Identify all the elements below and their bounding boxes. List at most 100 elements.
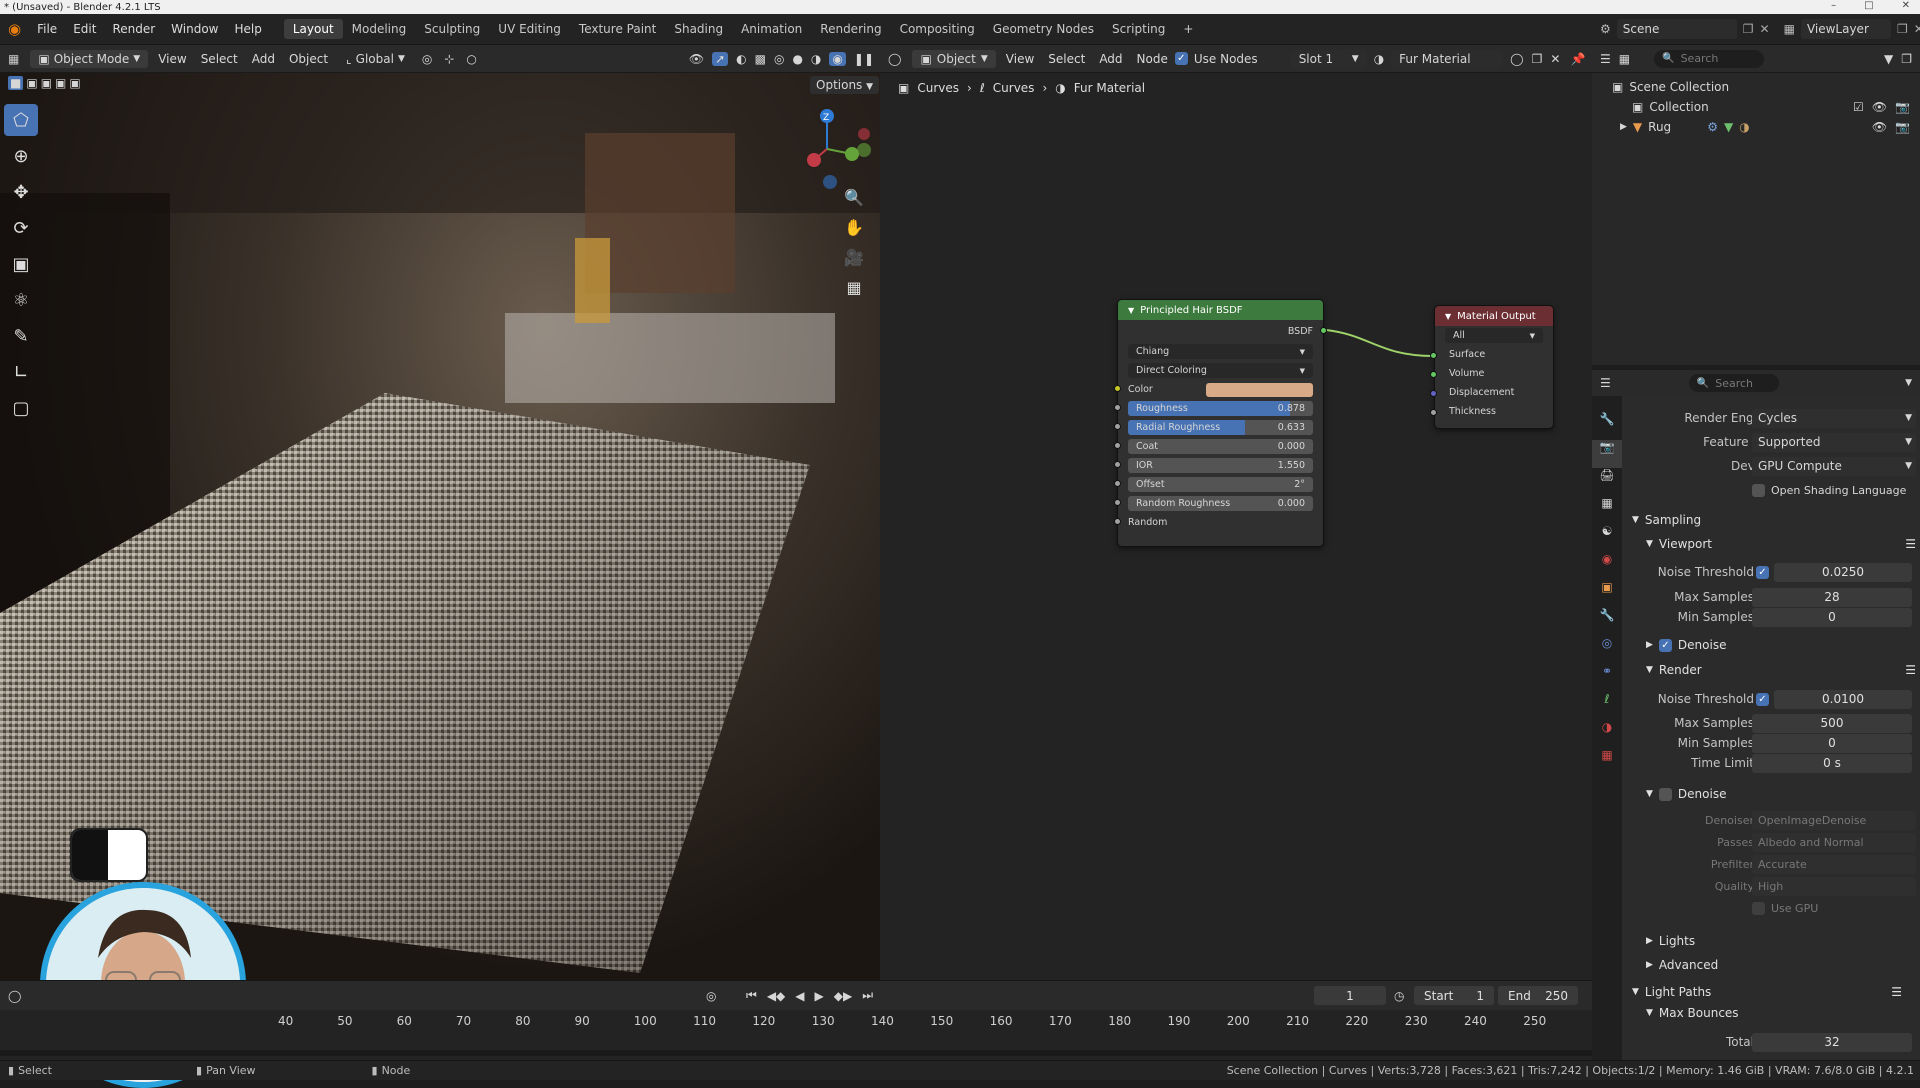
properties-search[interactable]: 🔍 Search bbox=[1688, 374, 1779, 392]
pause-render-icon[interactable]: ❚❚ bbox=[854, 52, 874, 66]
menu-edit[interactable]: Edit bbox=[65, 22, 104, 36]
tab-layout[interactable]: Layout bbox=[283, 19, 343, 39]
use-nodes-checkbox[interactable]: ✓ bbox=[1174, 52, 1188, 65]
jump-end-icon[interactable]: ⏭ bbox=[862, 988, 873, 1003]
fake-user-shield-icon[interactable]: ◯ bbox=[1506, 52, 1527, 66]
tool-tab-icon[interactable]: 🔧 bbox=[1592, 412, 1622, 440]
mode-selector[interactable]: ▣ Object Mode ▼ bbox=[30, 49, 149, 68]
hair-field-slider[interactable]: Radial Roughness 0.633 bbox=[1128, 420, 1313, 435]
pin-icon[interactable]: 📌 bbox=[1564, 52, 1591, 66]
menu-render[interactable]: Render bbox=[104, 22, 163, 36]
render-min-samples-field[interactable]: 0 bbox=[1752, 733, 1912, 753]
hair-field-slider[interactable]: Random Roughness 0.000 bbox=[1128, 496, 1313, 511]
material-badge-icon[interactable]: ◑ bbox=[1739, 120, 1749, 134]
physics-tab-icon[interactable]: ◎ bbox=[1592, 636, 1622, 664]
display-mode-icon[interactable]: ▦ bbox=[1619, 52, 1630, 66]
node-header[interactable]: ▼ Principled Hair BSDF bbox=[1118, 300, 1323, 320]
material-tab-icon[interactable]: ◑ bbox=[1592, 720, 1622, 748]
shader-type-selector[interactable]: ▣ Object ▼ bbox=[912, 49, 996, 68]
zoom-icon[interactable]: 🔍 bbox=[842, 188, 866, 212]
camera-icon[interactable]: 📷 bbox=[1895, 120, 1910, 134]
maximize-icon[interactable]: □ bbox=[1864, 0, 1873, 11]
annotate-tool[interactable]: ✎ bbox=[4, 320, 38, 352]
modifier-tab-icon[interactable]: 🔧 bbox=[1592, 608, 1622, 636]
outliner-object-rug[interactable]: ▶ ▼ Rug ⚙ ▼ ◑ 👁 📷 bbox=[1592, 117, 1920, 137]
render-tab-icon[interactable]: 📷 bbox=[1592, 440, 1622, 468]
editor-type-icon[interactable]: ▦ bbox=[0, 52, 27, 66]
model-dropdown[interactable]: Chiang ▼ bbox=[1128, 344, 1313, 359]
outliner-scene-collection[interactable]: ▣ Scene Collection bbox=[1592, 77, 1920, 97]
outliner-search[interactable]: 🔍 Search bbox=[1654, 49, 1765, 68]
viewport-subpanel-header[interactable]: ▼ Viewport ☰ bbox=[1640, 533, 1920, 555]
render-noise-checkbox[interactable]: ✓ bbox=[1756, 692, 1769, 706]
constraints-tab-icon[interactable]: ⚭ bbox=[1592, 664, 1622, 692]
light-paths-panel-header[interactable]: ▼ Light Paths ☰ bbox=[1626, 981, 1916, 1003]
viewport-options-button[interactable]: Options ▼ bbox=[810, 76, 880, 94]
viewport-noise-checkbox[interactable]: ✓ bbox=[1756, 565, 1769, 579]
outliner-type-icon[interactable]: ☰ bbox=[1600, 52, 1611, 66]
parametrization-dropdown[interactable]: Direct Coloring ▼ bbox=[1128, 363, 1313, 378]
viewport-menu-view[interactable]: View bbox=[151, 50, 193, 68]
input-socket[interactable] bbox=[1114, 404, 1121, 411]
rendered-shading-icon[interactable]: ◉ bbox=[829, 51, 846, 66]
hair-field-slider[interactable]: Roughness 0.878 bbox=[1128, 401, 1313, 416]
filter-icon[interactable]: ▼ bbox=[1884, 52, 1893, 66]
properties-type-icon[interactable]: ☰ bbox=[1600, 376, 1611, 390]
render-denoise-checkbox[interactable] bbox=[1658, 787, 1672, 801]
viewport-max-samples-field[interactable]: 28 bbox=[1752, 587, 1912, 607]
select-subtract-icon[interactable]: ▣ bbox=[41, 76, 52, 90]
tab-shading[interactable]: Shading bbox=[665, 19, 732, 39]
viewport-menu-select[interactable]: Select bbox=[194, 50, 245, 68]
menu-help[interactable]: Help bbox=[227, 22, 270, 36]
chevron-down-icon[interactable]: ▼ bbox=[1905, 378, 1920, 388]
new-viewlayer-icon[interactable]: ❐ bbox=[1897, 22, 1908, 36]
viewport-noise-field[interactable]: 0.0250 bbox=[1774, 562, 1912, 582]
menu-file[interactable]: File bbox=[29, 22, 65, 36]
viewlayer-icon[interactable]: ▦ bbox=[1784, 22, 1795, 36]
total-bounces-field[interactable]: 32 bbox=[1752, 1032, 1912, 1052]
duplicate-material-icon[interactable]: ❐ bbox=[1528, 52, 1547, 66]
input-socket[interactable] bbox=[1114, 385, 1121, 392]
exclude-checkbox-icon[interactable]: ☑ bbox=[1853, 100, 1864, 114]
denoiser-dropdown[interactable]: OpenImageDenoise bbox=[1752, 810, 1916, 830]
node-editor-type-icon[interactable]: ◯ bbox=[880, 52, 909, 66]
osl-checkbox[interactable] bbox=[1752, 483, 1765, 497]
viewport-denoise-checkbox[interactable]: ✓ bbox=[1658, 638, 1672, 652]
preset-list-icon[interactable]: ☰ bbox=[1891, 985, 1902, 999]
add-cube-tool[interactable]: ▢ bbox=[4, 392, 38, 424]
new-collection-icon[interactable]: ❐ bbox=[1901, 52, 1920, 66]
menu-window[interactable]: Window bbox=[163, 22, 226, 36]
clock-icon[interactable]: ◷ bbox=[1394, 989, 1404, 1003]
select-box-tool[interactable]: ⬠ bbox=[4, 104, 38, 136]
material-shading-icon[interactable]: ◑ bbox=[811, 52, 821, 66]
select-invert-icon[interactable]: ▣ bbox=[55, 76, 66, 90]
end-frame-field[interactable]: End 250 bbox=[1498, 986, 1578, 1005]
solid-shading-icon[interactable]: ● bbox=[792, 52, 802, 66]
render-engine-dropdown[interactable]: Cycles ▼ bbox=[1752, 408, 1916, 428]
timeline-scrollbar[interactable] bbox=[0, 1050, 1592, 1056]
rotate-tool[interactable]: ⟳ bbox=[4, 212, 38, 244]
quality-dropdown[interactable]: High bbox=[1752, 876, 1916, 896]
collapse-chevron-icon[interactable]: ▼ bbox=[1128, 306, 1134, 315]
node-menu-view[interactable]: View bbox=[999, 50, 1041, 68]
viewport-min-samples-field[interactable]: 0 bbox=[1752, 607, 1912, 627]
transform-tool[interactable]: ⚛ bbox=[4, 284, 38, 316]
view-layer-tab-icon[interactable]: ▦ bbox=[1592, 496, 1622, 524]
input-socket[interactable] bbox=[1114, 461, 1121, 468]
input-socket[interactable] bbox=[1114, 423, 1121, 430]
color-swatch[interactable] bbox=[1206, 383, 1313, 397]
prefilter-dropdown[interactable]: Accurate bbox=[1752, 854, 1916, 874]
osl-row[interactable]: Open Shading Language bbox=[1752, 480, 1920, 500]
delete-scene-icon[interactable]: ✕ bbox=[1760, 22, 1770, 36]
scene-selector[interactable]: Scene bbox=[1616, 19, 1737, 39]
input-socket[interactable] bbox=[1114, 499, 1121, 506]
target-dropdown[interactable]: All ▼ bbox=[1445, 328, 1543, 343]
viewport-denoise-header[interactable]: ▶ ✓ Denoise bbox=[1640, 634, 1920, 656]
preset-list-icon[interactable]: ☰ bbox=[1905, 537, 1916, 551]
hair-field-slider[interactable]: Coat 0.000 bbox=[1128, 439, 1313, 454]
new-scene-icon[interactable]: ❐ bbox=[1743, 22, 1754, 36]
tab-rendering[interactable]: Rendering bbox=[811, 19, 890, 39]
cursor-tool[interactable]: ⊕ bbox=[4, 140, 38, 172]
gizmo-icon[interactable]: ➚ bbox=[712, 51, 729, 66]
geometry-icon[interactable]: ▼ bbox=[1724, 120, 1733, 134]
